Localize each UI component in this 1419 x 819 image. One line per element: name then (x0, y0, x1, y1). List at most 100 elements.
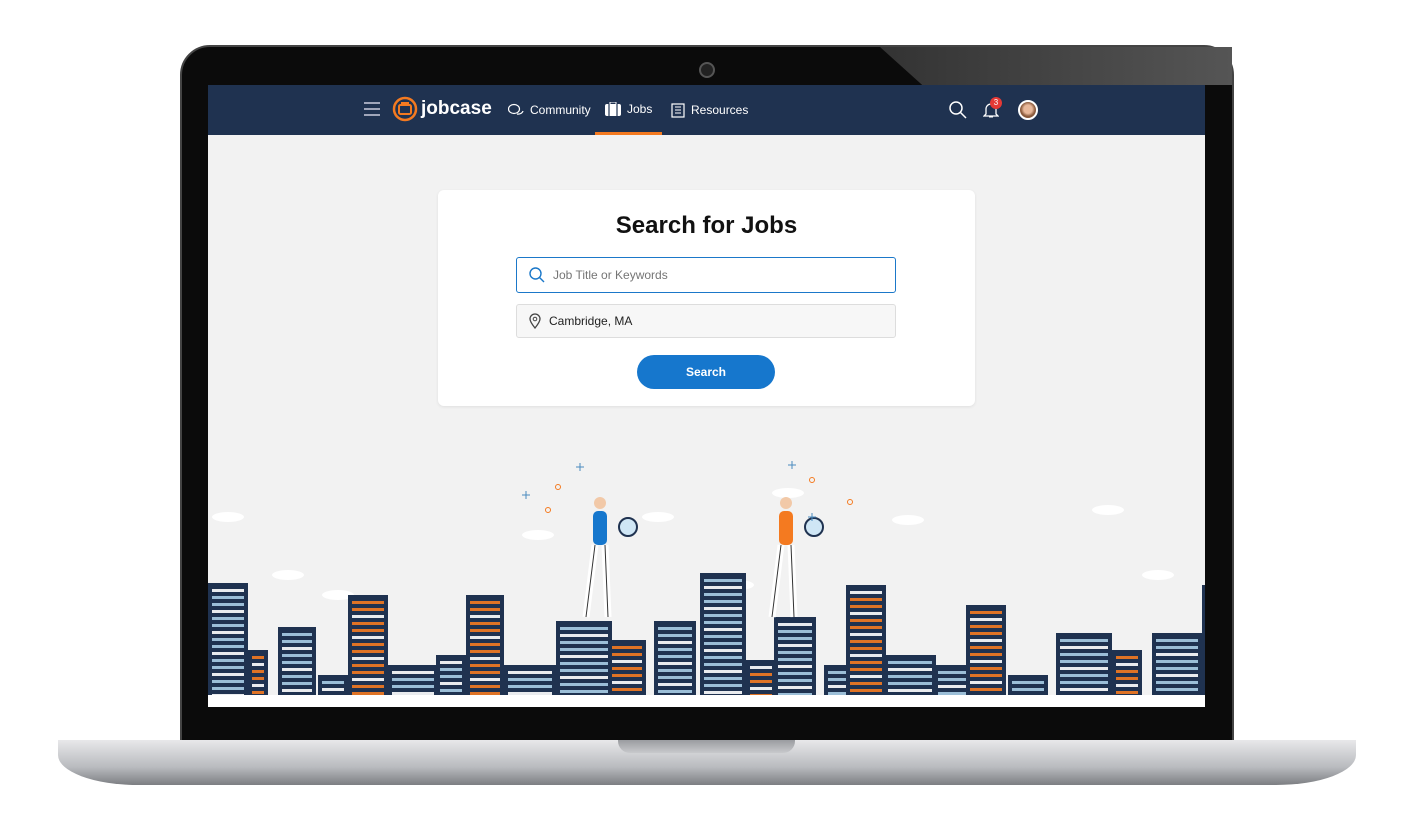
building-windows (850, 605, 882, 608)
building-windows (560, 648, 608, 651)
nav-jobs[interactable]: Jobs (595, 85, 663, 135)
building-windows (658, 683, 692, 686)
building-windows (560, 634, 608, 637)
building-windows (560, 676, 608, 679)
building-windows (704, 607, 742, 610)
building-windows (352, 608, 384, 611)
building-windows (612, 681, 642, 684)
building-windows (704, 691, 742, 694)
building-windows (352, 657, 384, 660)
building-windows (212, 673, 244, 676)
building-windows (322, 688, 344, 691)
building-windows (1156, 681, 1198, 684)
search-icon[interactable] (949, 101, 967, 119)
building-windows (658, 662, 692, 665)
nav-community[interactable]: Community (508, 85, 591, 135)
building-windows (1116, 677, 1138, 680)
building-windows (850, 633, 882, 636)
building-windows (938, 685, 966, 688)
building-windows (470, 615, 500, 618)
building-windows (612, 660, 642, 663)
building-windows (888, 675, 932, 678)
building-windows (704, 586, 742, 589)
building-windows (392, 692, 434, 695)
building-windows (704, 621, 742, 624)
building-windows (282, 633, 312, 636)
keyword-input[interactable] (553, 268, 895, 282)
building-windows (212, 680, 244, 683)
sparkle-circle (545, 507, 551, 513)
building-windows (212, 589, 244, 592)
search-card: Search for Jobs Cambridge, MA Search (438, 190, 975, 406)
chat-bubbles-icon (508, 103, 524, 115)
building-windows (560, 655, 608, 658)
building-windows (1156, 667, 1198, 670)
building-windows (1156, 639, 1198, 642)
avatar[interactable] (1018, 100, 1038, 120)
location-pin-icon (529, 313, 541, 329)
building-windows (704, 656, 742, 659)
building-windows (470, 657, 500, 660)
building-windows (1060, 639, 1108, 642)
building-windows (888, 682, 932, 685)
building-windows (212, 666, 244, 669)
building-windows (704, 670, 742, 673)
building-windows (970, 653, 1002, 656)
building-windows (970, 688, 1002, 691)
person-with-magnifier (768, 497, 824, 618)
cloud (1142, 570, 1174, 580)
building-windows (970, 681, 1002, 684)
building-windows (1156, 674, 1198, 677)
building-windows (970, 646, 1002, 649)
building-windows (704, 677, 742, 680)
search-button[interactable]: Search (637, 355, 775, 389)
building-windows (850, 619, 882, 622)
hamburger-menu-icon[interactable] (364, 102, 380, 116)
building-windows (612, 688, 642, 691)
building-windows (1060, 646, 1108, 649)
building-windows (850, 668, 882, 671)
building-windows (1060, 667, 1108, 670)
jobcase-logo[interactable]: jobcase (392, 96, 492, 122)
building-windows (850, 591, 882, 594)
building-windows (658, 641, 692, 644)
nav-resources[interactable]: Resources (671, 85, 748, 135)
building-windows (750, 687, 772, 690)
nav-resources-label: Resources (691, 103, 749, 117)
sparkle-circle (555, 484, 561, 490)
building-windows (212, 631, 244, 634)
building-windows (282, 668, 312, 671)
building-windows (704, 628, 742, 631)
building-windows (750, 680, 772, 683)
building-windows (212, 610, 244, 613)
building-windows (612, 653, 642, 656)
building-windows (1060, 660, 1108, 663)
building-windows (440, 668, 462, 671)
building-windows (352, 629, 384, 632)
sparkle (576, 463, 584, 471)
building-windows (704, 600, 742, 603)
building-windows (470, 664, 500, 667)
building-windows (778, 665, 812, 668)
location-value[interactable]: Cambridge, MA (549, 314, 632, 328)
building-windows (352, 671, 384, 674)
building-windows (1156, 660, 1198, 663)
nav-community-label: Community (530, 103, 591, 117)
building-windows (938, 692, 966, 695)
keyword-field[interactable] (516, 257, 896, 293)
building-windows (612, 667, 642, 670)
building-windows (704, 579, 742, 582)
building-windows (282, 654, 312, 657)
building-windows (1012, 688, 1044, 691)
screen: jobcase Community Jobs Resources 3 Searc… (208, 85, 1205, 707)
building-windows (938, 678, 966, 681)
building-windows (282, 647, 312, 650)
location-field[interactable]: Cambridge, MA (516, 304, 896, 338)
building-windows (560, 627, 608, 630)
building-windows (1060, 681, 1108, 684)
nav-jobs-label: Jobs (627, 101, 653, 116)
building-windows (612, 646, 642, 649)
search-icon (529, 267, 545, 283)
building-windows (704, 649, 742, 652)
sparkle-circle (809, 477, 815, 483)
